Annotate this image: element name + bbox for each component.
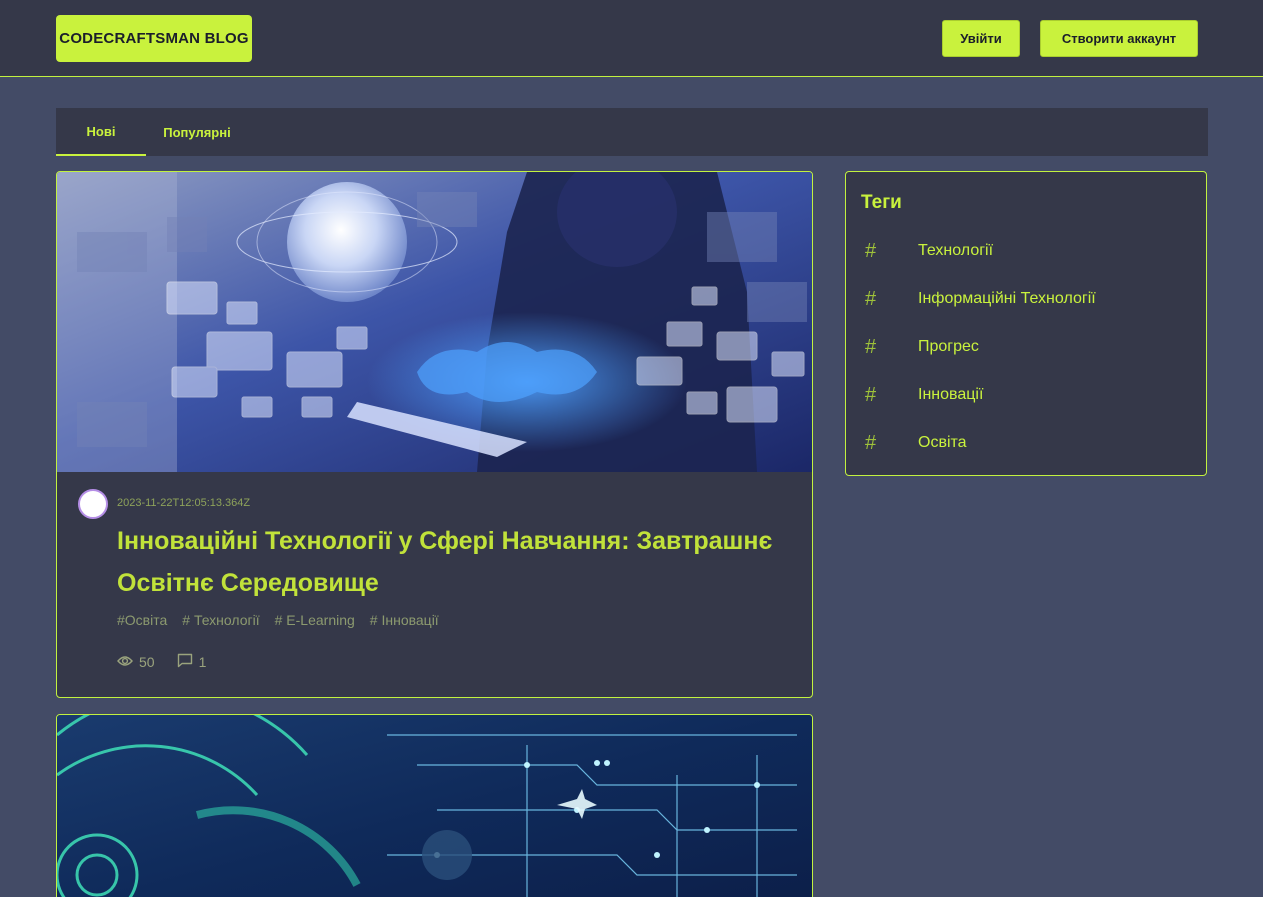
tags-panel: Теги # Технології # Інформаційні Техноло… bbox=[845, 171, 1207, 476]
sidebar-tag-label: Освіта bbox=[918, 434, 967, 451]
tags-panel-title: Теги bbox=[861, 192, 902, 213]
post-date: 2023-11-22T12:05:13.364Z bbox=[117, 497, 251, 509]
post-cover-image[interactable] bbox=[57, 172, 812, 472]
feed-tabs: Нові Популярні bbox=[56, 108, 1208, 156]
comments-count: 1 bbox=[198, 654, 207, 670]
post-tags: #Освіта # Технології # E-Learning # Інно… bbox=[117, 612, 439, 628]
post-tag[interactable]: # E-Learning bbox=[275, 612, 355, 628]
views-count: 50 bbox=[139, 654, 155, 670]
site-logo[interactable]: CODECRAFTSMAN BLOG bbox=[56, 15, 252, 62]
sidebar-tag-label: Технології bbox=[918, 242, 994, 259]
sidebar-tag-label: Інформаційні Технології bbox=[918, 290, 1096, 307]
author-avatar[interactable] bbox=[78, 489, 108, 519]
sidebar-tag-item[interactable]: # Інформаційні Технології bbox=[861, 287, 1191, 311]
hash-icon: # bbox=[865, 383, 877, 406]
post-tag[interactable]: # Технології bbox=[182, 612, 259, 628]
header: CODECRAFTSMAN BLOG Увійти Створити аккау… bbox=[0, 0, 1263, 77]
post-cover-image[interactable] bbox=[57, 715, 812, 897]
post-tag[interactable]: #Освіта bbox=[117, 612, 167, 628]
sidebar-tag-item[interactable]: # Технології bbox=[861, 239, 1191, 263]
views-stat: 50 bbox=[117, 654, 155, 670]
tab-popular[interactable]: Популярні bbox=[146, 108, 248, 156]
sidebar-tag-item[interactable]: # Освіта bbox=[861, 431, 1191, 455]
post-card[interactable] bbox=[56, 714, 813, 897]
sidebar-tag-label: Прогрес bbox=[918, 338, 979, 355]
comments-stat: 1 bbox=[177, 653, 207, 671]
comment-icon bbox=[177, 653, 193, 671]
post-card[interactable]: 2023-11-22T12:05:13.364Z Інноваційні Тех… bbox=[56, 171, 813, 698]
hash-icon: # bbox=[865, 239, 877, 262]
sidebar-tag-item[interactable]: # Прогрес bbox=[861, 335, 1191, 359]
tab-new[interactable]: Нові bbox=[56, 108, 146, 156]
post-tag[interactable]: # Інновації bbox=[370, 612, 439, 628]
hash-icon: # bbox=[865, 287, 877, 310]
hash-icon: # bbox=[865, 431, 877, 454]
hash-icon: # bbox=[865, 335, 877, 358]
eye-icon bbox=[117, 654, 133, 670]
sidebar-tag-item[interactable]: # Інновації bbox=[861, 383, 1191, 407]
login-button[interactable]: Увійти bbox=[942, 20, 1020, 57]
post-stats: 50 1 bbox=[117, 653, 206, 671]
signup-button[interactable]: Створити аккаунт bbox=[1040, 20, 1198, 57]
post-title[interactable]: Інноваційні Технології у Сфері Навчання:… bbox=[117, 520, 777, 604]
sidebar-tag-label: Інновації bbox=[918, 386, 984, 403]
